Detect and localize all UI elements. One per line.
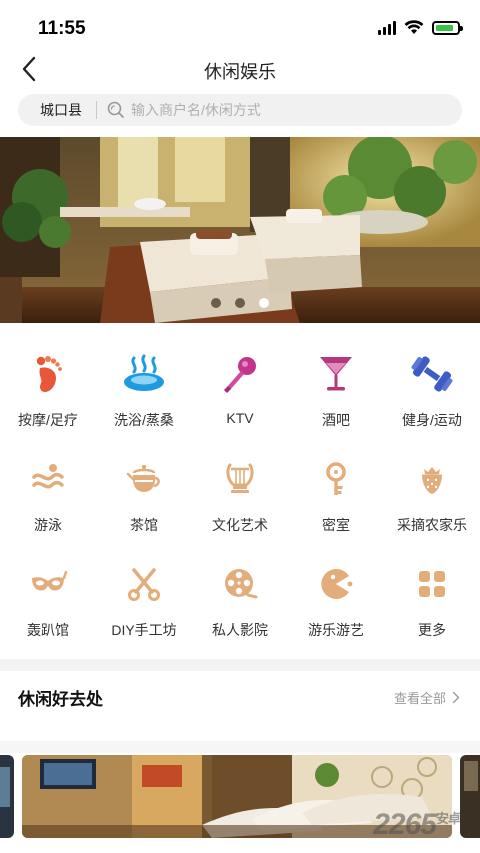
category-private-cinema[interactable]: 私人影院 — [192, 550, 288, 655]
category-party-house[interactable]: 轰趴馆 — [0, 550, 96, 655]
category-more[interactable]: 更多 — [384, 550, 480, 655]
category-culture-art[interactable]: 文化艺术 — [192, 445, 288, 550]
category-label: 按摩/足疗 — [18, 412, 78, 428]
chevron-right-icon — [452, 691, 460, 704]
category-label: 游泳 — [34, 517, 62, 533]
venue-image — [0, 755, 14, 838]
category-escape-room[interactable]: 密室 — [288, 445, 384, 550]
waves-icon — [26, 457, 70, 501]
film-reel-icon — [218, 562, 262, 606]
venue-card-prev[interactable] — [0, 755, 14, 838]
recommend-section-header: 休闲好去处 查看全部 — [0, 671, 480, 721]
search-divider — [96, 101, 97, 119]
pacman-icon — [314, 562, 358, 606]
category-grid: 按摩/足疗 洗浴/蒸桑 KTV 酒吧 健身/运动 游泳 茶馆 文化艺术 密室 采… — [0, 340, 480, 655]
category-label: 茶馆 — [130, 517, 158, 533]
category-label: 游乐游艺 — [308, 622, 364, 638]
search-icon — [107, 100, 127, 120]
view-all-link[interactable]: 查看全部 — [394, 688, 460, 707]
cellular-signal-icon — [378, 20, 396, 35]
lyre-icon — [218, 457, 262, 501]
category-label: DIY手工坊 — [111, 622, 177, 638]
venue-image — [460, 755, 480, 838]
category-teahouse[interactable]: 茶馆 — [96, 445, 192, 550]
carousel-dot[interactable] — [235, 298, 245, 308]
search-input[interactable] — [131, 102, 431, 118]
section-title: 休闲好去处 — [18, 690, 103, 709]
footprint-icon — [26, 352, 70, 396]
carousel-dot-active[interactable] — [259, 298, 269, 308]
status-bar: 11:55 — [0, 0, 480, 52]
category-label: 洗浴/蒸桑 — [114, 412, 174, 428]
category-label: 酒吧 — [322, 412, 350, 428]
watermark-text: 2265 — [373, 808, 437, 841]
watermark-suffix: 安卓 — [435, 811, 461, 826]
nav-bar: 休闲娱乐 — [0, 52, 480, 88]
hot-spring-icon — [122, 352, 166, 396]
status-time: 11:55 — [38, 18, 86, 39]
category-label: 文化艺术 — [212, 517, 268, 533]
category-label: 健身/运动 — [402, 412, 462, 428]
category-diy-workshop[interactable]: DIY手工坊 — [96, 550, 192, 655]
dumbbell-icon — [410, 352, 454, 396]
mask-icon — [26, 562, 70, 606]
scissors-icon — [122, 562, 166, 606]
venue-card-next[interactable] — [460, 755, 480, 838]
banner-image — [0, 137, 480, 323]
category-label: 轰趴馆 — [27, 622, 69, 638]
card-strip-background — [0, 741, 480, 753]
category-farm-picking[interactable]: 采摘农家乐 — [384, 445, 480, 550]
category-label: 采摘农家乐 — [397, 517, 467, 533]
category-ktv[interactable]: KTV — [192, 340, 288, 445]
category-bar[interactable]: 酒吧 — [288, 340, 384, 445]
category-label: 私人影院 — [212, 622, 268, 638]
microphone-icon — [218, 352, 262, 396]
leisure-entertainment-screen: 11:55 休闲娱乐 城口县 输入商户名/休闲方式 按摩/足疗 洗浴/蒸桑 KT… — [0, 0, 480, 853]
battery-level — [436, 24, 453, 31]
strawberry-icon — [410, 457, 454, 501]
view-all-label: 查看全部 — [393, 691, 446, 706]
teapot-icon — [122, 457, 166, 501]
banner-carousel[interactable] — [0, 137, 480, 323]
search-bar: 城口县 — [18, 94, 462, 126]
category-label: KTV — [226, 410, 254, 426]
page-title: 休闲娱乐 — [204, 62, 276, 82]
grid-more-icon — [410, 562, 454, 606]
category-label: 更多 — [418, 622, 446, 638]
category-amusement[interactable]: 游乐游艺 — [288, 550, 384, 655]
category-fitness[interactable]: 健身/运动 — [384, 340, 480, 445]
city-selector[interactable]: 城口县 — [18, 100, 96, 120]
category-bath[interactable]: 洗浴/蒸桑 — [96, 340, 192, 445]
battery-icon — [432, 20, 463, 35]
carousel-dot[interactable] — [211, 298, 221, 308]
wifi-icon — [404, 20, 424, 34]
watermark: 2265安卓 — [373, 808, 461, 842]
status-icons — [378, 20, 463, 35]
section-divider — [0, 659, 480, 671]
category-label: 密室 — [322, 517, 350, 533]
cocktail-icon — [314, 352, 358, 396]
category-massage[interactable]: 按摩/足疗 — [0, 340, 96, 445]
carousel-indicators — [0, 298, 480, 308]
key-icon — [314, 457, 358, 501]
category-swimming[interactable]: 游泳 — [0, 445, 96, 550]
